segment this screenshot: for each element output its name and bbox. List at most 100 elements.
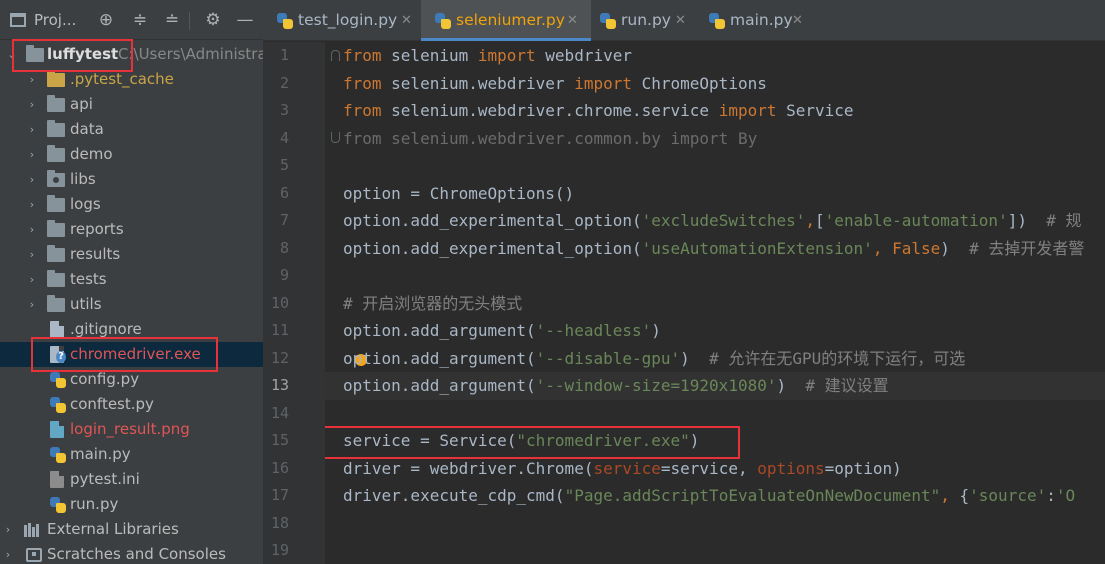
tree-item-results[interactable]: › results — [0, 242, 263, 267]
token: from — [343, 101, 382, 120]
package-folder-icon — [47, 170, 65, 187]
token: from — [343, 73, 382, 93]
tree-item-demo[interactable]: › demo — [0, 142, 263, 167]
line-number: 5 — [279, 156, 289, 174]
fold-end-icon[interactable] — [331, 132, 340, 143]
token: option.add_experimental_option( — [343, 211, 642, 230]
line-number: 16 — [270, 458, 289, 477]
line-number: 19 — [270, 541, 289, 559]
tree-item-run[interactable]: run.py — [0, 492, 263, 517]
token: options — [757, 458, 825, 478]
tree-item-login-result[interactable]: login_result.png — [0, 417, 263, 442]
token: driver = webdriver.Chrome( — [343, 458, 594, 478]
chevron-right-icon[interactable]: › — [26, 242, 38, 267]
line-number: 17 — [270, 486, 289, 504]
root-path: C:\Users\Administra — [118, 45, 263, 63]
tree-item-label: main.py — [70, 445, 131, 463]
chevron-right-icon[interactable]: › — [2, 517, 14, 542]
chevron-right-icon[interactable]: › — [26, 167, 38, 192]
tree-item-label: run.py — [70, 495, 119, 513]
chevron-right-icon[interactable]: › — [26, 117, 38, 142]
folder-icon — [47, 120, 65, 137]
settings-icon[interactable]: ⚙ — [203, 0, 223, 40]
tree-item-label: Scratches and Consoles — [47, 545, 226, 563]
code-line-11: option.add_argument('--headless') — [343, 317, 661, 345]
line-number: 1 — [279, 46, 289, 64]
code-line-17: driver.execute_cdp_cmd("Page.addScriptTo… — [343, 482, 1075, 510]
token: ) — [776, 376, 806, 395]
tree-item-pytest-ini[interactable]: pytest.ini — [0, 467, 263, 492]
tree-item-reports[interactable]: › reports — [0, 217, 263, 242]
chevron-right-icon[interactable]: › — [26, 217, 38, 242]
chevron-right-icon[interactable]: › — [26, 292, 38, 317]
code-line-8: option.add_experimental_option('useAutom… — [343, 235, 1084, 263]
python-file-icon — [435, 13, 451, 29]
expand-all-icon[interactable]: ≐ — [162, 0, 182, 40]
code-line-13: option.add_argument('--window-size=1920x… — [343, 372, 889, 400]
folder-icon — [47, 220, 65, 237]
hide-icon[interactable]: — — [235, 0, 255, 40]
tree-item-utils[interactable]: › utils — [0, 292, 263, 317]
chevron-right-icon[interactable]: › — [26, 267, 38, 292]
tree-item-label: reports — [70, 220, 124, 238]
tab-main[interactable]: main.py ✕ — [697, 0, 817, 41]
token: option.add_argument( — [343, 348, 536, 368]
token: { — [959, 486, 970, 505]
token: # 去掉开发者警 — [969, 238, 1085, 258]
line-number: 6 — [279, 183, 289, 202]
tab-test-login[interactable]: test_login.py ✕ — [263, 0, 421, 41]
token: : — [1046, 486, 1056, 505]
tree-item-conftest[interactable]: conftest.py — [0, 392, 263, 417]
highlight-box-root — [12, 39, 133, 72]
code-line-6: option = ChromeOptions() — [343, 183, 575, 203]
chevron-right-icon[interactable]: › — [26, 142, 38, 167]
tree-item-libs[interactable]: › libs — [0, 167, 263, 192]
line-number: 7 — [279, 211, 289, 229]
token: , — [940, 486, 960, 505]
tree-item-label: api — [70, 95, 93, 113]
close-icon[interactable]: ✕ — [401, 0, 412, 41]
collapse-all-icon[interactable]: ≑ — [130, 0, 150, 40]
highlight-box-service-line — [325, 426, 740, 459]
tree-scratches[interactable]: › Scratches and Consoles — [0, 542, 263, 564]
close-icon[interactable]: ✕ — [792, 0, 803, 41]
token: 'excludeSwitches' — [641, 211, 806, 230]
tab-seleniumer[interactable]: seleniumer.py ✕ — [421, 0, 591, 41]
chevron-right-icon[interactable]: › — [26, 92, 38, 117]
tree-item-data[interactable]: › data — [0, 117, 263, 142]
tree-item-label: libs — [70, 170, 96, 188]
code-line-10: # 开启浏览器的无头模式 — [343, 293, 523, 313]
close-icon[interactable]: ✕ — [567, 0, 578, 41]
project-title[interactable]: Proj... — [34, 0, 76, 40]
chevron-right-icon[interactable]: › — [26, 192, 38, 217]
line-number: 8 — [279, 238, 289, 257]
token: selenium.webdriver.chrome.service — [381, 101, 719, 120]
add-icon[interactable]: ⊕ — [96, 0, 116, 40]
code-line-3: from selenium.webdriver.chrome.service i… — [343, 97, 854, 125]
tree-item-tests[interactable]: › tests — [0, 267, 263, 292]
token: =option) — [824, 458, 902, 478]
line-number: 15 — [270, 431, 289, 449]
library-icon — [24, 523, 42, 537]
tab-label: main.py — [730, 11, 793, 29]
tab-label: test_login.py — [298, 11, 398, 29]
fold-start-icon[interactable] — [331, 50, 340, 61]
tab-label: run.py — [621, 11, 671, 29]
folder-icon — [47, 70, 65, 87]
token: , — [805, 211, 816, 230]
code-editor[interactable]: from selenium import webdriver from sele… — [325, 42, 1105, 564]
tree-item-label: logs — [70, 195, 101, 213]
tab-run[interactable]: run.py ✕ — [591, 0, 697, 41]
chevron-right-icon[interactable]: › — [2, 542, 14, 564]
scratches-icon — [26, 548, 42, 562]
close-icon[interactable]: ✕ — [675, 0, 686, 41]
tree-item-api[interactable]: › api — [0, 92, 263, 117]
token: import — [574, 73, 632, 93]
token: [ — [815, 211, 825, 230]
tree-item-logs[interactable]: › logs — [0, 192, 263, 217]
tree-item-main[interactable]: main.py — [0, 442, 263, 467]
token: option.add_experimental_option( — [343, 238, 642, 258]
tree-external-libraries[interactable]: › External Libraries — [0, 517, 263, 542]
folder-icon — [47, 195, 65, 212]
token: , — [872, 238, 893, 258]
